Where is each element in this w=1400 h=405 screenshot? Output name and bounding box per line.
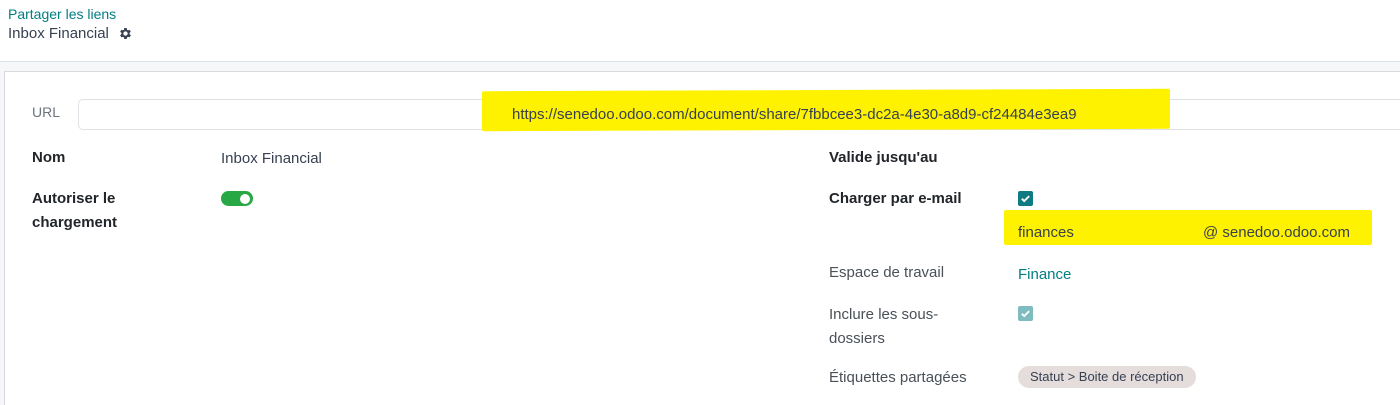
valid-until-label: Valide jusqu'au [829, 149, 938, 166]
email-domain: @ senedoo.odoo.com [1203, 224, 1350, 241]
email-alias-input[interactable]: finances [1018, 224, 1074, 241]
workspace-link[interactable]: Finance [1018, 266, 1071, 283]
name-label: Nom [32, 149, 66, 166]
check-icon [1021, 310, 1030, 318]
include-subfolders-label-line1: Inclure les sous- [829, 306, 939, 323]
include-subfolders-label-line2: dossiers [829, 330, 885, 347]
shared-tags-label: Étiquettes partagées [829, 369, 967, 386]
allow-upload-label-line1: Autoriser le [32, 190, 116, 207]
name-value[interactable]: Inbox Financial [221, 150, 322, 167]
upload-by-email-label: Charger par e-mail [829, 190, 962, 207]
allow-upload-label-line2: chargement [32, 214, 118, 231]
workspace-label: Espace de travail [829, 264, 945, 281]
breadcrumb-parent-link[interactable]: Partager les liens [8, 6, 116, 22]
url-value[interactable]: https://senedoo.odoo.com/document/share/… [512, 106, 1077, 123]
record-title: Inbox Financial [8, 25, 109, 42]
allow-upload-label: Autoriser le chargement [32, 187, 117, 235]
gear-icon[interactable] [118, 26, 133, 41]
breadcrumb: Inbox Financial [8, 25, 133, 42]
include-subfolders-checkbox [1018, 306, 1033, 321]
url-label: URL [32, 104, 61, 120]
toggle-knob [240, 193, 250, 204]
control-panel [0, 0, 1400, 62]
check-icon [1021, 195, 1030, 203]
shared-tag[interactable]: Statut > Boite de réception [1018, 366, 1196, 388]
upload-by-email-checkbox[interactable] [1018, 191, 1033, 206]
allow-upload-toggle[interactable] [221, 191, 253, 206]
include-subfolders-label: Inclure les sous- dossiers [829, 303, 938, 351]
